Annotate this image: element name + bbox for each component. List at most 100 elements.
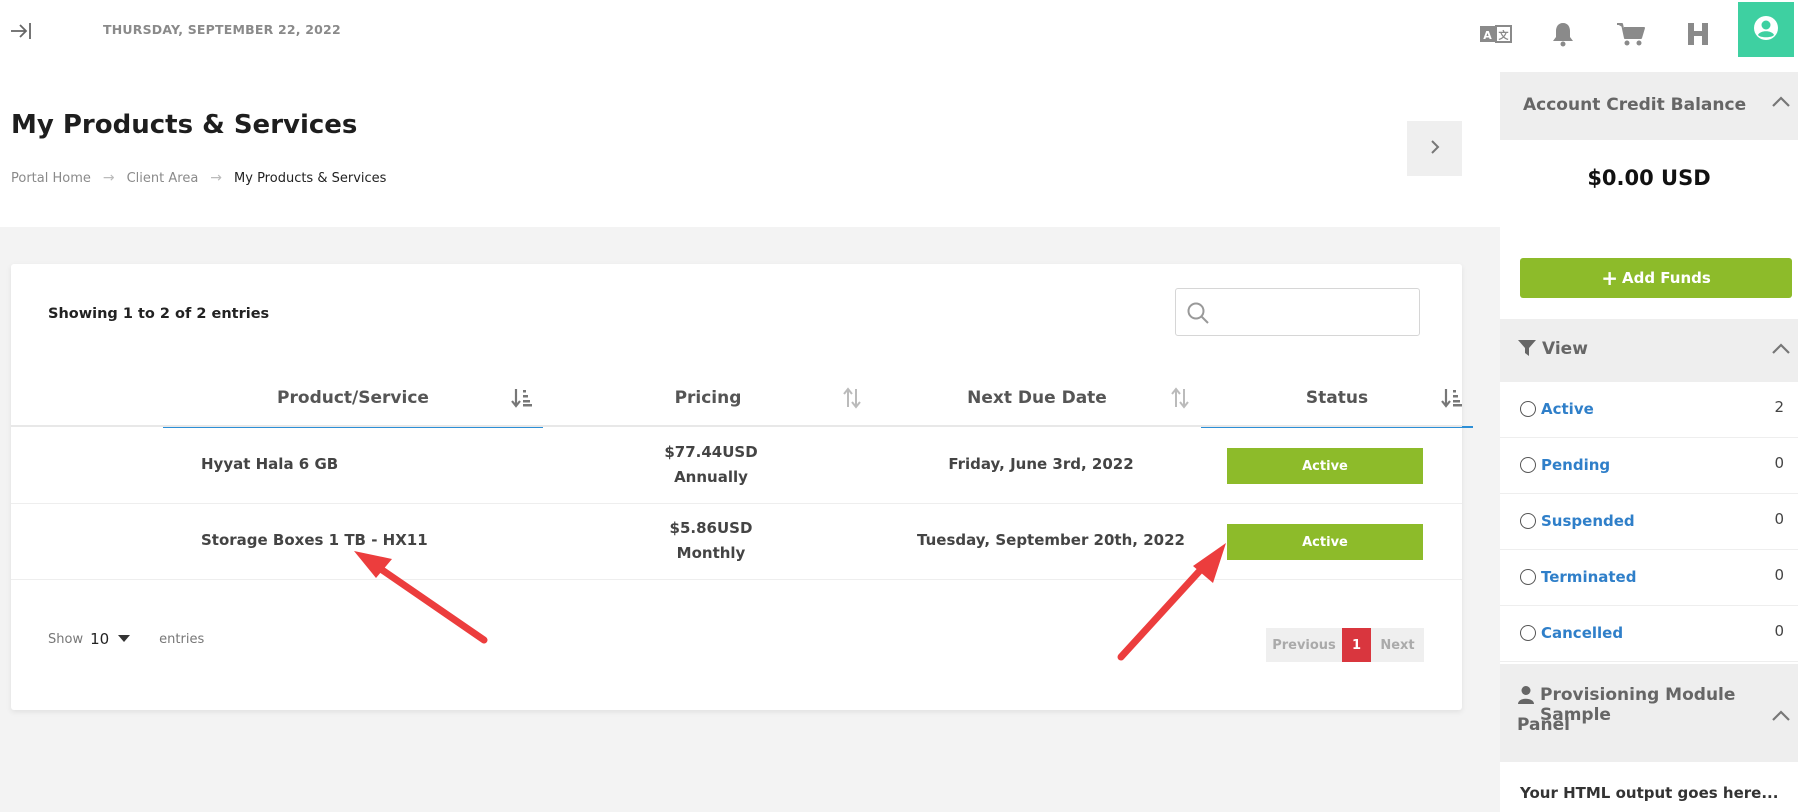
products-table-card: Showing 1 to 2 of 2 entries Product/Serv… xyxy=(11,264,1473,710)
breadcrumb-portal-home[interactable]: Portal Home xyxy=(11,171,91,186)
table-row[interactable]: Hyyat Hala 6 GB $77.44USD Annually Frida… xyxy=(11,428,1462,504)
credit-balance: $0.00 USD xyxy=(1587,166,1711,190)
module-panel-title-line2: Panel xyxy=(1517,715,1570,735)
filter-count: 0 xyxy=(1774,622,1784,640)
next-due-date: Tuesday, September 20th, 2022 xyxy=(917,531,1185,549)
breadcrumb-arrow-icon: → xyxy=(102,170,115,186)
price-amount: $5.86USD xyxy=(669,519,753,537)
view-panel-header[interactable]: View xyxy=(1500,319,1798,382)
sort-icon xyxy=(841,387,863,414)
billing-cycle: Annually xyxy=(674,468,748,486)
translate-icon[interactable]: A文 xyxy=(1476,14,1516,54)
collapse-sidebar-icon[interactable] xyxy=(8,18,34,44)
column-header-due-date[interactable]: Next Due Date xyxy=(873,384,1201,428)
header-divider xyxy=(11,425,1462,427)
chevron-right-icon xyxy=(1428,138,1442,160)
filter-active[interactable]: Active 2 xyxy=(1500,382,1798,438)
chevron-up-icon xyxy=(1770,341,1792,362)
search-input[interactable] xyxy=(1220,297,1410,327)
sort-amount-icon xyxy=(1441,387,1463,414)
chevron-up-icon xyxy=(1770,708,1792,729)
next-page-button[interactable]: Next xyxy=(1371,628,1424,662)
credit-panel-header[interactable]: Account Credit Balance xyxy=(1500,72,1798,140)
bell-icon[interactable] xyxy=(1543,14,1583,54)
current-date: THURSDAY, SEPTEMBER 22, 2022 xyxy=(103,22,341,37)
breadcrumb-arrow-icon: → xyxy=(210,170,223,186)
user-menu-button[interactable] xyxy=(1738,2,1794,57)
product-name: Hyyat Hala 6 GB xyxy=(201,455,339,473)
billing-cycle: Monthly xyxy=(676,544,746,562)
page-title: My Products & Services xyxy=(11,110,358,140)
show-label: Show xyxy=(48,631,84,647)
svg-text:A: A xyxy=(1483,29,1492,42)
chevron-up-icon xyxy=(1770,94,1792,115)
page-header: My Products & Services Portal Home → Cli… xyxy=(0,72,1500,227)
page-size-control: Show 10 entries xyxy=(48,630,204,648)
column-label: Status xyxy=(1305,388,1369,408)
sort-icon xyxy=(1169,387,1191,414)
plus-icon: + xyxy=(1601,266,1618,290)
add-funds-label: Add Funds xyxy=(1621,269,1711,287)
top-bar: THURSDAY, SEPTEMBER 22, 2022 A文 xyxy=(0,0,1798,72)
credit-panel-title: Account Credit Balance xyxy=(1523,95,1747,115)
filter-label: Cancelled xyxy=(1541,624,1624,642)
current-page-button[interactable]: 1 xyxy=(1342,628,1371,662)
table-search[interactable] xyxy=(1175,288,1420,336)
entries-label: entries xyxy=(159,631,205,647)
view-panel-title: View xyxy=(1542,339,1588,359)
column-label: Pricing xyxy=(674,388,742,408)
user-icon xyxy=(1517,685,1535,710)
previous-page-button[interactable]: Previous xyxy=(1266,628,1342,662)
filter-suspended[interactable]: Suspended 0 xyxy=(1500,494,1798,550)
filter-label: Suspended xyxy=(1541,512,1635,530)
module-panel-title-line1: Provisioning Module Sample xyxy=(1540,685,1736,725)
filter-cancelled[interactable]: Cancelled 0 xyxy=(1500,606,1798,662)
breadcrumb: Portal Home → Client Area → My Products … xyxy=(11,170,386,186)
next-due-date: Friday, June 3rd, 2022 xyxy=(948,455,1134,473)
radio-icon xyxy=(1520,625,1536,641)
page-size-select[interactable]: 10 xyxy=(90,630,109,648)
filter-count: 0 xyxy=(1774,454,1784,472)
sidebar-toggle-button[interactable] xyxy=(1407,121,1462,176)
table-row[interactable]: Storage Boxes 1 TB - HX11 $5.86USD Month… xyxy=(11,504,1462,580)
status-badge: Active xyxy=(1227,448,1423,484)
search-icon xyxy=(1186,301,1210,329)
column-header-product[interactable]: Product/Service xyxy=(163,384,543,428)
filter-count: 2 xyxy=(1774,398,1784,416)
price-amount: $77.44USD xyxy=(664,443,758,461)
column-header-status[interactable]: Status xyxy=(1201,384,1473,428)
module-panel-header[interactable]: Provisioning Module Sample Panel xyxy=(1500,664,1798,762)
column-header-pricing[interactable]: Pricing xyxy=(543,384,873,428)
radio-icon xyxy=(1520,457,1536,473)
filter-pending[interactable]: Pending 0 xyxy=(1500,438,1798,494)
h-logo-icon[interactable] xyxy=(1678,14,1718,54)
radio-icon xyxy=(1520,513,1536,529)
column-label: Product/Service xyxy=(277,388,429,408)
column-label: Next Due Date xyxy=(967,388,1107,408)
cart-icon[interactable] xyxy=(1611,14,1651,54)
user-icon xyxy=(1753,15,1779,45)
radio-icon xyxy=(1520,401,1536,417)
caret-down-icon[interactable] xyxy=(117,632,131,647)
breadcrumb-current: My Products & Services xyxy=(234,170,387,186)
product-name: Storage Boxes 1 TB - HX11 xyxy=(201,531,428,549)
breadcrumb-client-area[interactable]: Client Area xyxy=(127,171,199,186)
sort-amount-icon xyxy=(511,387,533,414)
filter-label: Pending xyxy=(1541,456,1611,474)
filter-label: Terminated xyxy=(1541,568,1637,586)
filter-terminated[interactable]: Terminated 0 xyxy=(1500,550,1798,606)
status-badge: Active xyxy=(1227,524,1423,560)
showing-entries-text: Showing 1 to 2 of 2 entries xyxy=(48,306,270,322)
svg-text:文: 文 xyxy=(1499,29,1510,42)
filter-icon xyxy=(1517,338,1537,363)
filter-label: Active xyxy=(1541,400,1594,418)
sidebar: Account Credit Balance $0.00 USD + Add F… xyxy=(1500,72,1798,812)
pagination: Previous 1 Next xyxy=(1266,628,1424,662)
module-panel-body: Your HTML output goes here... xyxy=(1520,784,1779,802)
filter-count: 0 xyxy=(1774,510,1784,528)
add-funds-button[interactable]: + Add Funds xyxy=(1520,258,1792,298)
filter-count: 0 xyxy=(1774,566,1784,584)
pricing-cell: $77.44USD Annually xyxy=(611,440,811,490)
pricing-cell: $5.86USD Monthly xyxy=(611,516,811,566)
radio-icon xyxy=(1520,569,1536,585)
